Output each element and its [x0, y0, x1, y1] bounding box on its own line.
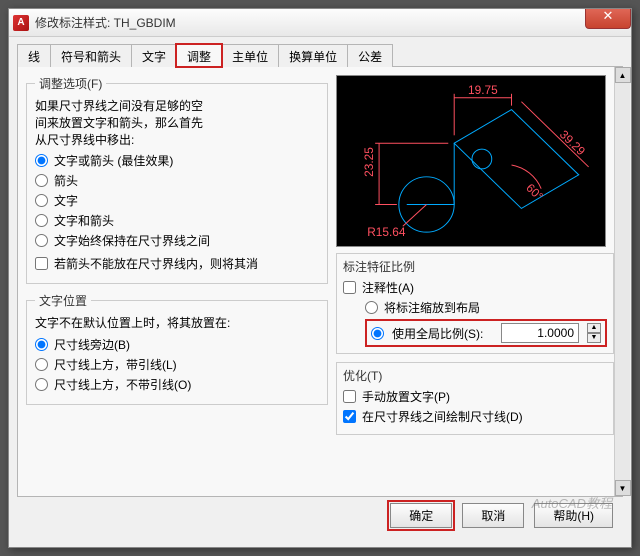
fit-opt-text[interactable]: 文字 — [35, 192, 319, 209]
tab-fit[interactable]: 调整 — [176, 44, 222, 67]
tune-legend: 优化(T) — [343, 367, 607, 384]
tab-tolerances[interactable]: 公差 — [347, 44, 393, 67]
dim-label: R15.64 — [367, 225, 406, 239]
cancel-button[interactable]: 取消 — [462, 503, 524, 528]
dimension-preview: 19.75 23.25 39.29 60° R15.64 — [336, 75, 606, 247]
tab-text[interactable]: 文字 — [131, 44, 177, 67]
tab-symbols-arrows[interactable]: 符号和箭头 — [50, 44, 132, 67]
text-placement-group: 文字位置 文字不在默认位置上时，将其放置在: 尺寸线旁边(B) 尺寸线上方，带引… — [26, 292, 328, 405]
fit-desc: 如果尺寸界线之间没有足够的空 间来放置文字和箭头，那么首先 从尺寸界线中移出: — [35, 98, 319, 148]
spin-down[interactable]: ▼ — [587, 333, 601, 343]
fit-options-legend: 调整选项(F) — [35, 75, 106, 92]
fit-opt-either[interactable]: 文字或箭头 (最佳效果) — [35, 152, 319, 169]
tune-manual-place-check[interactable]: 手动放置文字(P) — [343, 388, 607, 405]
tune-group: 优化(T) 手动放置文字(P) 在尺寸界线之间绘制尺寸线(D) — [336, 362, 614, 435]
scale-legend: 标注特征比例 — [343, 258, 607, 275]
spin-up[interactable]: ▲ — [587, 323, 601, 333]
fit-suppress-arrows-check[interactable]: 若箭头不能放在尺寸界线内，则将其消 — [35, 255, 319, 272]
tab-lines[interactable]: 线 — [17, 44, 51, 67]
tab-primary-units[interactable]: 主单位 — [221, 44, 279, 67]
dim-label: 23.25 — [362, 147, 376, 177]
text-placement-desc: 文字不在默认位置上时，将其放置在: — [35, 315, 319, 332]
textpos-beside[interactable]: 尺寸线旁边(B) — [35, 336, 319, 353]
fit-opt-always-inside[interactable]: 文字始终保持在尺寸界线之间 — [35, 232, 319, 249]
scroll-down[interactable]: ▼ — [615, 480, 631, 496]
scale-to-layout-radio[interactable]: 将标注缩放到布局 — [365, 299, 607, 316]
help-button[interactable]: 帮助(H) — [534, 503, 613, 528]
scroll-up[interactable]: ▲ — [615, 67, 631, 83]
fit-opt-both[interactable]: 文字和箭头 — [35, 212, 319, 229]
scale-global-radio[interactable] — [371, 327, 384, 340]
close-button[interactable]: ✕ — [585, 8, 631, 29]
tune-draw-dimline-check[interactable]: 在尺寸界线之间绘制尺寸线(D) — [343, 408, 607, 425]
fit-opt-arrows[interactable]: 箭头 — [35, 172, 319, 189]
textpos-over-noleader[interactable]: 尺寸线上方，不带引线(O) — [35, 376, 319, 393]
scale-annotative-check[interactable]: 注释性(A) — [343, 279, 607, 296]
textpos-over-leader[interactable]: 尺寸线上方，带引线(L) — [35, 356, 319, 373]
window-title: 修改标注样式: TH_GBDIM — [35, 14, 176, 31]
scale-global-label: 使用全局比例(S): — [392, 325, 483, 342]
scrollbar[interactable]: ▲ ▼ — [614, 67, 630, 496]
text-placement-legend: 文字位置 — [35, 292, 91, 309]
scale-group: 标注特征比例 注释性(A) 将标注缩放到布局 使用全局比例(S): ▲ ▼ — [336, 253, 614, 354]
scale-global-row: 使用全局比例(S): ▲ ▼ — [365, 319, 607, 347]
ok-button[interactable]: 确定 — [390, 503, 452, 528]
titlebar: A 修改标注样式: TH_GBDIM ✕ — [9, 9, 631, 37]
tab-alternate-units[interactable]: 换算单位 — [278, 44, 348, 67]
tabs: 线 符号和箭头 文字 调整 主单位 换算单位 公差 — [17, 43, 623, 67]
dim-label: 19.75 — [468, 83, 498, 97]
fit-options-group: 调整选项(F) 如果尺寸界线之间没有足够的空 间来放置文字和箭头，那么首先 从尺… — [26, 75, 328, 284]
app-icon: A — [13, 15, 29, 31]
scale-global-input[interactable] — [501, 323, 579, 343]
